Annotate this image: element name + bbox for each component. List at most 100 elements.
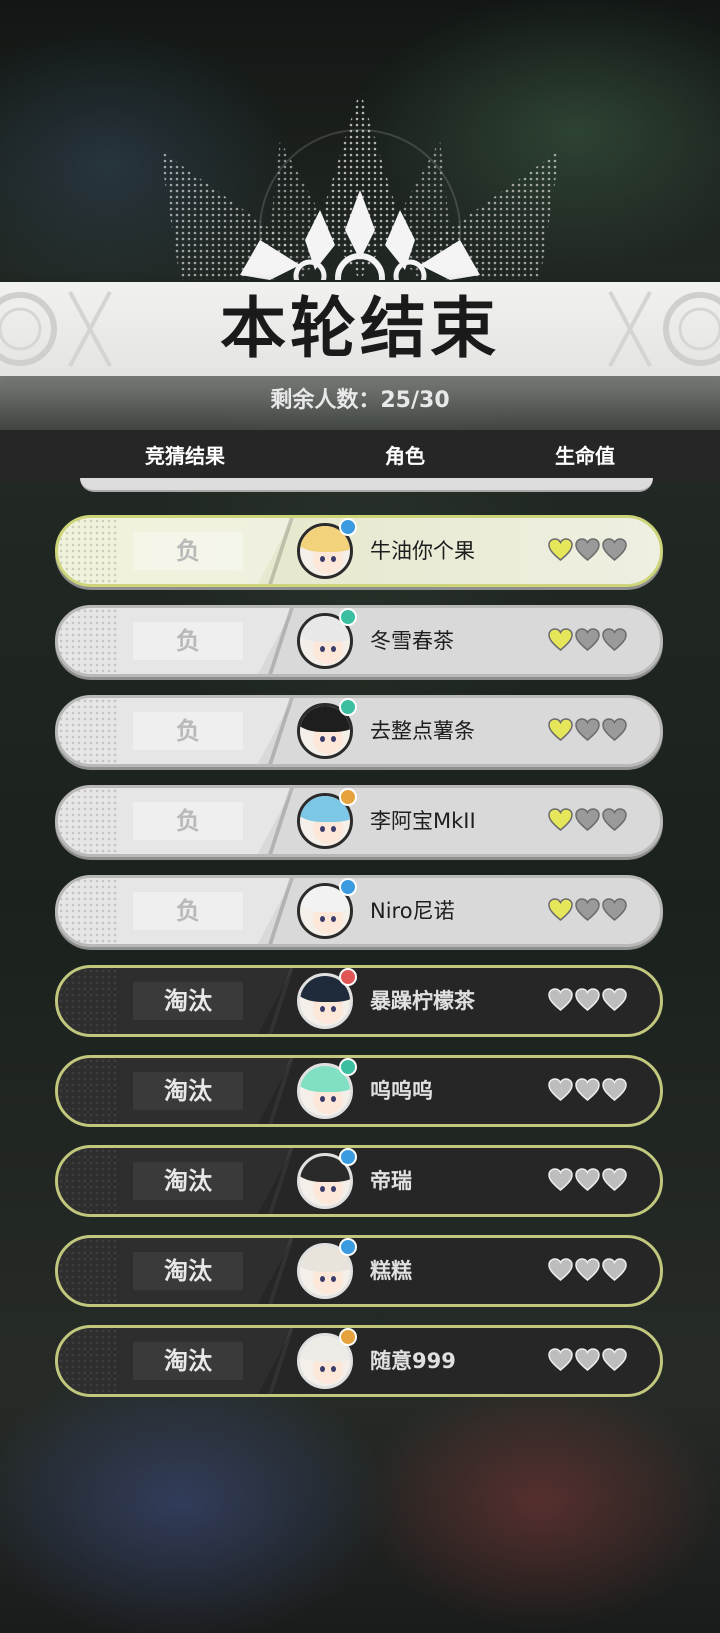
heart-empty-icon: [602, 718, 627, 741]
element-badge-icon: [339, 608, 357, 626]
guess-result-label: 负: [133, 712, 243, 750]
guess-result-label: 淘汰: [133, 1072, 243, 1110]
row-dot-pattern: [58, 788, 118, 854]
avatar-eye: [331, 736, 336, 742]
avatar-eye: [320, 1276, 325, 1282]
hp-hearts: [548, 1078, 627, 1104]
avatar-eye: [331, 646, 336, 652]
avatar-eye: [320, 556, 325, 562]
player-row[interactable]: 淘汰 帝瑞: [55, 1145, 663, 1217]
heart-empty-icon: [575, 1258, 600, 1281]
avatar-eye: [331, 556, 336, 562]
player-row[interactable]: 淘汰 随意999: [55, 1325, 663, 1397]
heart-full-icon: [548, 808, 573, 831]
heart-empty-icon: [548, 1078, 573, 1101]
heart-empty-icon: [548, 1168, 573, 1191]
heart-empty-icon: [602, 1078, 627, 1101]
player-name: 牛油你个果: [370, 539, 475, 563]
avatar-eye: [320, 1366, 325, 1372]
heart-empty-icon: [602, 1348, 627, 1371]
avatar-eye: [331, 1276, 336, 1282]
row-dot-pattern: [58, 698, 118, 764]
player-name: 冬雪春茶: [370, 629, 454, 653]
heart-empty-icon: [575, 1078, 600, 1101]
heart-empty-icon: [602, 538, 627, 561]
avatar-eye: [331, 826, 336, 832]
avatar-eye: [331, 1186, 336, 1192]
player-row[interactable]: 淘汰 呜呜呜: [55, 1055, 663, 1127]
header-role: 角色: [385, 444, 425, 468]
avatar-eye: [331, 916, 336, 922]
heart-empty-icon: [575, 628, 600, 651]
heart-empty-icon: [602, 1258, 627, 1281]
element-badge-icon: [339, 1058, 357, 1076]
element-badge-icon: [339, 698, 357, 716]
heart-empty-icon: [575, 898, 600, 921]
element-badge-icon: [339, 878, 357, 896]
avatar-eye: [320, 1186, 325, 1192]
player-name: Niro尼诺: [370, 899, 455, 923]
avatar-eye: [320, 646, 325, 652]
heart-empty-icon: [575, 538, 600, 561]
heart-full-icon: [548, 538, 573, 561]
heart-empty-icon: [548, 988, 573, 1011]
table-header: 竞猜结果 角色 生命值: [0, 430, 720, 482]
heart-empty-icon: [575, 1348, 600, 1371]
player-row[interactable]: 淘汰 暴躁柠檬茶: [55, 965, 663, 1037]
guess-result-label: 淘汰: [133, 1252, 243, 1290]
element-badge-icon: [339, 1238, 357, 1256]
guess-result-label: 淘汰: [133, 1342, 243, 1380]
player-name: 呜呜呜: [370, 1079, 433, 1103]
remaining-players-count: 剩余人数：25/30: [270, 388, 450, 413]
avatar-eye: [331, 1366, 336, 1372]
row-dot-pattern: [58, 608, 118, 674]
heart-empty-icon: [575, 1168, 600, 1191]
guess-result-label: 负: [133, 532, 243, 570]
player-row[interactable]: 负 Niro尼诺: [55, 875, 663, 947]
guess-result-label: 淘汰: [133, 982, 243, 1020]
avatar-eye: [320, 736, 325, 742]
row-dot-pattern: [58, 968, 118, 1034]
heart-empty-icon: [575, 808, 600, 831]
avatar-eye: [320, 1006, 325, 1012]
guess-result-label: 负: [133, 622, 243, 660]
list-scroll-edge: [80, 478, 653, 492]
player-row[interactable]: 负 冬雪春茶: [55, 605, 663, 677]
heart-empty-icon: [602, 628, 627, 651]
player-row[interactable]: 负 李阿宝MkII: [55, 785, 663, 857]
heart-full-icon: [548, 718, 573, 741]
avatar-eye: [331, 1096, 336, 1102]
player-row[interactable]: 负 去整点薯条: [55, 695, 663, 767]
element-badge-icon: [339, 1328, 357, 1346]
hp-hearts: [548, 1258, 627, 1284]
element-badge-icon: [339, 518, 357, 536]
heart-empty-icon: [575, 718, 600, 741]
heart-empty-icon: [548, 1258, 573, 1281]
hp-hearts: [548, 1348, 627, 1374]
avatar-eye: [320, 1096, 325, 1102]
round-title: 本轮结束: [220, 290, 500, 367]
element-badge-icon: [339, 968, 357, 986]
hp-hearts: [548, 808, 627, 834]
guess-result-label: 淘汰: [133, 1162, 243, 1200]
heart-empty-icon: [602, 1168, 627, 1191]
row-dot-pattern: [58, 1148, 118, 1214]
avatar-eye: [320, 916, 325, 922]
element-badge-icon: [339, 1148, 357, 1166]
player-row[interactable]: 负 牛油你个果: [55, 515, 663, 587]
player-row[interactable]: 淘汰 糕糕: [55, 1235, 663, 1307]
heart-empty-icon: [602, 808, 627, 831]
row-dot-pattern: [58, 1058, 118, 1124]
hp-hearts: [548, 538, 627, 564]
row-dot-pattern: [58, 518, 118, 584]
header-hp: 生命值: [555, 444, 615, 468]
guess-result-label: 负: [133, 892, 243, 930]
player-name: 糕糕: [370, 1259, 412, 1283]
hp-hearts: [548, 988, 627, 1014]
player-name: 暴躁柠檬茶: [370, 989, 475, 1013]
element-badge-icon: [339, 788, 357, 806]
avatar-eye: [320, 826, 325, 832]
player-name: 随意999: [370, 1349, 456, 1373]
player-name: 去整点薯条: [370, 719, 475, 743]
player-name: 帝瑞: [370, 1169, 412, 1193]
